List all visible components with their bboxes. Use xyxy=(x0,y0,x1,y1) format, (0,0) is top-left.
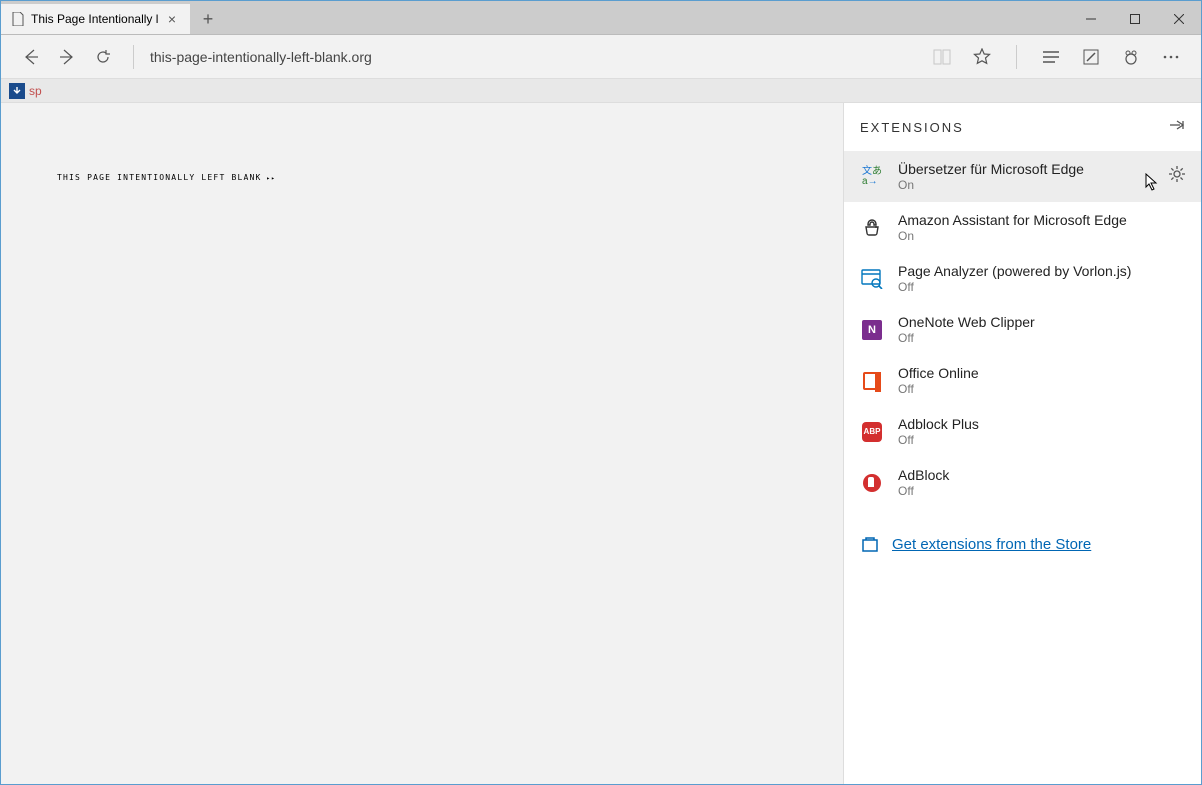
page-body-text: THIS PAGE INTENTIONALLY LEFT BLANK xyxy=(57,173,276,182)
refresh-button[interactable] xyxy=(85,39,121,75)
extension-name: Page Analyzer (powered by Vorlon.js) xyxy=(898,263,1185,279)
separator xyxy=(1016,45,1017,69)
extension-name: OneNote Web Clipper xyxy=(898,314,1185,330)
store-icon xyxy=(860,534,880,554)
bookmark-item[interactable]: sp xyxy=(29,84,42,98)
extension-name: AdBlock xyxy=(898,467,1185,483)
maximize-button[interactable] xyxy=(1113,4,1157,34)
more-icon[interactable] xyxy=(1153,39,1189,75)
address-bar[interactable]: this-page-intentionally-left-blank.org xyxy=(146,43,924,71)
pin-icon[interactable] xyxy=(1169,118,1185,136)
browser-tab[interactable]: This Page Intentionally l × xyxy=(1,4,191,34)
extension-info: Übersetzer für Microsoft EdgeOn xyxy=(898,161,1169,192)
favorites-bar: sp xyxy=(1,79,1201,103)
new-tab-button[interactable]: + xyxy=(191,4,225,34)
cursor-icon xyxy=(1145,173,1159,196)
close-tab-button[interactable]: × xyxy=(164,11,180,27)
store-link[interactable]: Get extensions from the Store xyxy=(892,536,1091,553)
extension-name: Adblock Plus xyxy=(898,416,1185,432)
extension-item[interactable]: AdBlockOff xyxy=(844,457,1201,508)
extension-info: Office OnlineOff xyxy=(898,365,1185,396)
extension-status: On xyxy=(898,229,1185,243)
tab-bar: This Page Intentionally l × + xyxy=(1,1,1201,35)
extension-status: Off xyxy=(898,331,1185,345)
page-content: THIS PAGE INTENTIONALLY LEFT BLANK EXTEN… xyxy=(1,103,1201,784)
extension-status: Off xyxy=(898,382,1185,396)
extension-name: Office Online xyxy=(898,365,1185,381)
panel-header: EXTENSIONS xyxy=(844,103,1201,151)
extension-item[interactable]: ABP Adblock PlusOff xyxy=(844,406,1201,457)
extension-info: Page Analyzer (powered by Vorlon.js)Off xyxy=(898,263,1185,294)
abp-icon: ABP xyxy=(860,420,884,444)
forward-button[interactable] xyxy=(49,39,85,75)
extension-status: Off xyxy=(898,280,1185,294)
office-icon xyxy=(860,369,884,393)
extension-info: Amazon Assistant for Microsoft EdgeOn xyxy=(898,212,1185,243)
favorite-star-icon[interactable] xyxy=(964,39,1000,75)
extensions-list: 文あa→Übersetzer für Microsoft EdgeOnAmazo… xyxy=(844,151,1201,508)
extension-item[interactable]: Amazon Assistant for Microsoft EdgeOn xyxy=(844,202,1201,253)
share-icon[interactable] xyxy=(1113,39,1149,75)
web-note-icon[interactable] xyxy=(1073,39,1109,75)
amazon-icon xyxy=(860,216,884,240)
translate-icon: 文あa→ xyxy=(860,165,884,189)
window-controls xyxy=(1069,4,1201,34)
toolbar: this-page-intentionally-left-blank.org xyxy=(1,35,1201,79)
extension-info: OneNote Web ClipperOff xyxy=(898,314,1185,345)
analyzer-icon xyxy=(860,267,884,291)
extension-status: On xyxy=(898,178,1169,192)
extension-info: AdBlockOff xyxy=(898,467,1185,498)
extension-item[interactable]: N OneNote Web ClipperOff xyxy=(844,304,1201,355)
close-window-button[interactable] xyxy=(1157,4,1201,34)
extension-item[interactable]: Page Analyzer (powered by Vorlon.js)Off xyxy=(844,253,1201,304)
hub-icon[interactable] xyxy=(1033,39,1069,75)
extension-name: Amazon Assistant for Microsoft Edge xyxy=(898,212,1185,228)
extension-status: Off xyxy=(898,433,1185,447)
reading-view-icon[interactable] xyxy=(924,39,960,75)
extension-status: Off xyxy=(898,484,1185,498)
extensions-panel: EXTENSIONS 文あa→ Übersetzer für Microsoft … xyxy=(843,103,1201,784)
extension-info: Adblock PlusOff xyxy=(898,416,1185,447)
tab-title: This Page Intentionally l xyxy=(31,12,158,26)
extension-name: Übersetzer für Microsoft Edge xyxy=(898,161,1169,177)
extension-item[interactable]: 文あa→ Übersetzer für Microsoft EdgeOn xyxy=(844,151,1201,202)
adblock-icon xyxy=(860,471,884,495)
back-button[interactable] xyxy=(13,39,49,75)
store-link-row: Get extensions from the Store xyxy=(844,516,1201,572)
gear-icon[interactable] xyxy=(1169,166,1185,187)
bookmark-icon[interactable] xyxy=(9,83,25,99)
page-icon xyxy=(11,12,25,26)
separator xyxy=(133,45,134,69)
panel-title: EXTENSIONS xyxy=(860,120,964,135)
minimize-button[interactable] xyxy=(1069,4,1113,34)
onenote-icon: N xyxy=(860,318,884,342)
extension-item[interactable]: Office OnlineOff xyxy=(844,355,1201,406)
